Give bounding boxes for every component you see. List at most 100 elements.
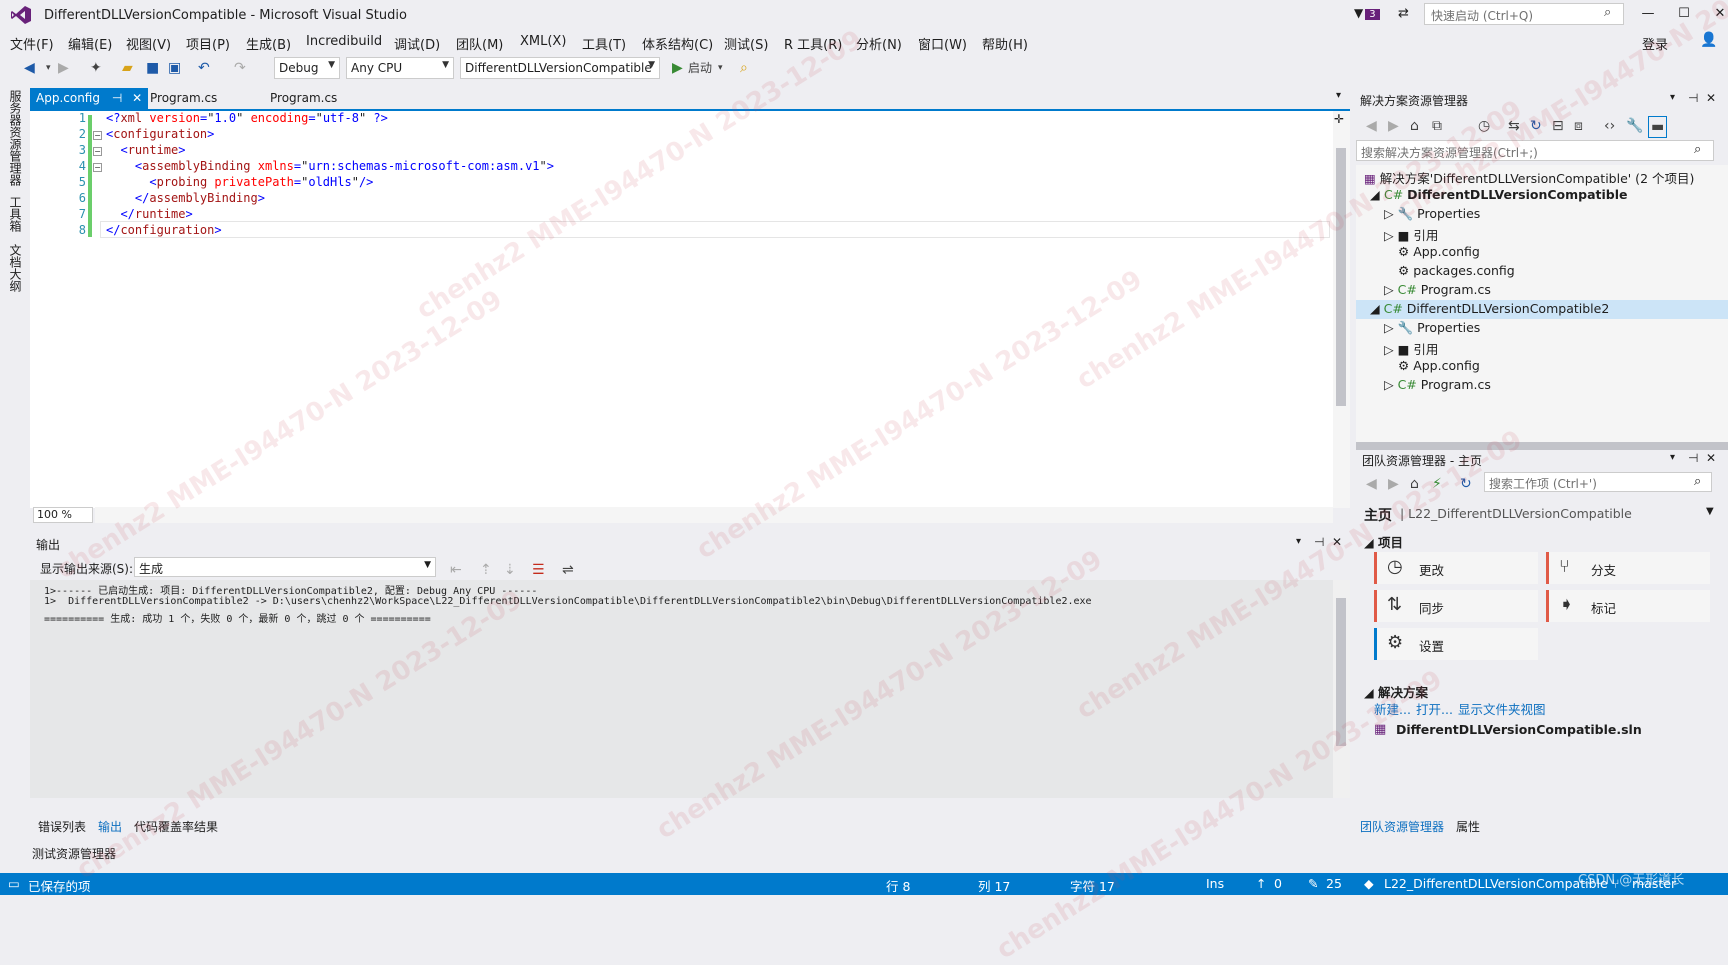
chevron-down-icon[interactable]: ▾	[1296, 536, 1301, 547]
section-project-header[interactable]: ◢ 项目	[1364, 532, 1403, 551]
clear-all-icon[interactable]: ☰	[532, 560, 545, 580]
tree-node-app-config-2[interactable]: ⚙ App.config	[1398, 358, 1480, 373]
menu-analyze[interactable]: 分析(N)	[856, 34, 902, 53]
back-icon[interactable]: ◀	[24, 58, 35, 78]
refresh-icon[interactable]: ↻	[1530, 116, 1542, 136]
document-outline-tab[interactable]: 文档大纲	[7, 244, 24, 292]
undo-icon[interactable]: ↶	[198, 58, 210, 78]
scrollbar-thumb[interactable]	[1336, 148, 1346, 406]
refresh-icon[interactable]: ↻	[1460, 474, 1472, 494]
solution-explorer-scrollbar[interactable]	[1356, 442, 1728, 450]
find-in-files-icon[interactable]: ⌕	[740, 58, 748, 78]
tab-program-cs-2[interactable]: Program.cs	[264, 88, 343, 110]
tree-node-packages-config[interactable]: ⚙ packages.config	[1398, 263, 1515, 278]
close-icon[interactable]: ✕	[1332, 535, 1342, 549]
tab-output[interactable]: 输出	[98, 818, 122, 835]
tree-node-project-1[interactable]: ◢ C# DifferentDLLVersionCompatible	[1370, 187, 1628, 202]
forward-icon[interactable]: ▶	[1388, 116, 1399, 136]
forward-icon[interactable]: ▶	[58, 58, 69, 78]
pin-icon[interactable]: ⊣	[112, 91, 122, 105]
status-edits[interactable]: 25	[1326, 876, 1342, 891]
pin-icon[interactable]: ⊣	[1314, 535, 1324, 549]
find-message-icon[interactable]: ⇤	[450, 560, 462, 580]
fold-toggle[interactable]: −	[93, 163, 102, 172]
work-item-search-input[interactable]: 搜索工作项 (Ctrl+')	[1484, 472, 1712, 492]
collapse-all-icon[interactable]: ⊟	[1552, 116, 1564, 136]
save-all-icon[interactable]: ▣	[168, 58, 181, 78]
tab-program-cs[interactable]: Program.cs	[144, 88, 223, 110]
toolbox-tab[interactable]: 工具箱	[7, 196, 24, 232]
open-solution-link[interactable]: 打开...	[1416, 699, 1453, 718]
tree-node-project-2[interactable]: ◢ C# DifferentDLLVersionCompatible2	[1370, 301, 1609, 316]
start-icon[interactable]: ▶	[672, 58, 683, 78]
config-select[interactable]: Debug ▼	[274, 57, 340, 79]
editor-horizontal-scrollbar[interactable]	[95, 507, 1333, 523]
server-explorer-tab[interactable]: 服务器资源管理器	[7, 90, 24, 186]
test-explorer-tab[interactable]: 测试资源管理器	[32, 845, 116, 862]
menu-help[interactable]: 帮助(H)	[982, 34, 1028, 53]
tab-list-icon[interactable]: ▾	[1336, 90, 1341, 101]
split-icon[interactable]: ✛	[1334, 112, 1344, 126]
wrench-icon[interactable]: 🔧	[1626, 116, 1643, 136]
tree-node-solution[interactable]: ▦ 解决方案'DifferentDLLVersionCompatible' (2…	[1364, 168, 1694, 187]
feedback-icon[interactable]: ⇄	[1398, 6, 1409, 21]
switch-views-icon[interactable]: ⧉	[1432, 116, 1442, 136]
chevron-down-icon[interactable]: ▼	[1706, 506, 1714, 517]
chevron-down-icon[interactable]: ▾	[718, 58, 723, 78]
changes-button[interactable]: ◷ 更改	[1374, 552, 1538, 584]
menu-view[interactable]: 视图(V)	[126, 34, 171, 53]
menu-project[interactable]: 项目(P)	[186, 34, 230, 53]
scrollbar-thumb[interactable]	[1336, 598, 1346, 746]
tab-error-list[interactable]: 错误列表	[38, 818, 86, 835]
close-icon[interactable]: ✕	[1706, 91, 1716, 105]
settings-button[interactable]: ⚙ 设置	[1374, 628, 1538, 660]
close-icon[interactable]: ✕	[1706, 451, 1716, 465]
menu-debug[interactable]: 调试(D)	[394, 34, 440, 53]
tab-properties[interactable]: 属性	[1456, 818, 1480, 835]
redo-icon[interactable]: ↷	[234, 58, 246, 78]
zoom-select[interactable]: 100 %	[33, 507, 93, 523]
word-wrap-icon[interactable]: ⇌	[562, 560, 574, 580]
startup-project-select[interactable]: DifferentDLLVersionCompatible ▼	[460, 57, 660, 79]
view-code-icon[interactable]: ‹›	[1604, 116, 1615, 136]
minimize-button[interactable]: —	[1630, 2, 1666, 26]
menu-build[interactable]: 生成(B)	[246, 34, 291, 53]
connect-icon[interactable]: ⚡	[1432, 474, 1442, 494]
tree-node-app-config[interactable]: ⚙ App.config	[1398, 244, 1480, 259]
start-button[interactable]: 启动	[688, 58, 712, 78]
pending-changes-icon[interactable]: ◷	[1478, 116, 1490, 136]
status-repo[interactable]: L22_DifferentDLLVersionCompatible	[1384, 876, 1608, 891]
tags-button[interactable]: ➧ 标记	[1546, 590, 1710, 622]
fold-toggle[interactable]: −	[93, 147, 102, 156]
next-message-icon[interactable]: ⇣	[504, 560, 516, 580]
solution-file-link[interactable]: DifferentDLLVersionCompatible.sln	[1396, 722, 1642, 737]
output-source-select[interactable]: 生成 ▼	[134, 557, 436, 577]
dropdown-icon[interactable]: ▾	[46, 58, 51, 78]
tab-team-explorer[interactable]: 团队资源管理器	[1360, 818, 1444, 835]
tab-code-coverage[interactable]: 代码覆盖率结果	[134, 818, 218, 835]
sync-icon[interactable]: ⇆	[1508, 116, 1520, 136]
show-all-files-icon[interactable]: ⧈	[1574, 116, 1583, 136]
tree-node-properties-2[interactable]: ▷ 🔧 Properties	[1384, 320, 1480, 336]
back-icon[interactable]: ◀	[1366, 116, 1377, 136]
new-solution-link[interactable]: 新建...	[1374, 699, 1411, 718]
open-folder-icon[interactable]: ▰	[122, 58, 133, 78]
home-icon[interactable]: ⌂	[1410, 474, 1419, 494]
new-project-icon[interactable]: ✦	[90, 58, 102, 78]
menu-tools[interactable]: 工具(T)	[582, 34, 626, 53]
tree-node-program-cs-2[interactable]: ▷ C# Program.cs	[1384, 377, 1491, 392]
menu-edit[interactable]: 编辑(E)	[68, 34, 112, 53]
prev-message-icon[interactable]: ⇡	[480, 560, 492, 580]
back-icon[interactable]: ◀	[1366, 474, 1377, 494]
menu-file[interactable]: 文件(F)	[10, 34, 54, 53]
menu-architecture[interactable]: 体系结构(C)	[642, 34, 713, 53]
menu-test[interactable]: 测试(S)	[724, 34, 768, 53]
tab-app-config[interactable]: App.config ⊣ ✕	[30, 88, 149, 110]
user-icon[interactable]: 👤	[1700, 32, 1717, 48]
pin-icon[interactable]: ⊣	[1688, 451, 1698, 465]
chevron-down-icon[interactable]: ▾	[1670, 452, 1675, 463]
forward-icon[interactable]: ▶	[1388, 474, 1399, 494]
menu-window[interactable]: 窗口(W)	[918, 34, 967, 53]
notifications-button[interactable]: ▼ 3	[1354, 6, 1380, 20]
branches-button[interactable]: ⑂ 分支	[1546, 552, 1710, 584]
